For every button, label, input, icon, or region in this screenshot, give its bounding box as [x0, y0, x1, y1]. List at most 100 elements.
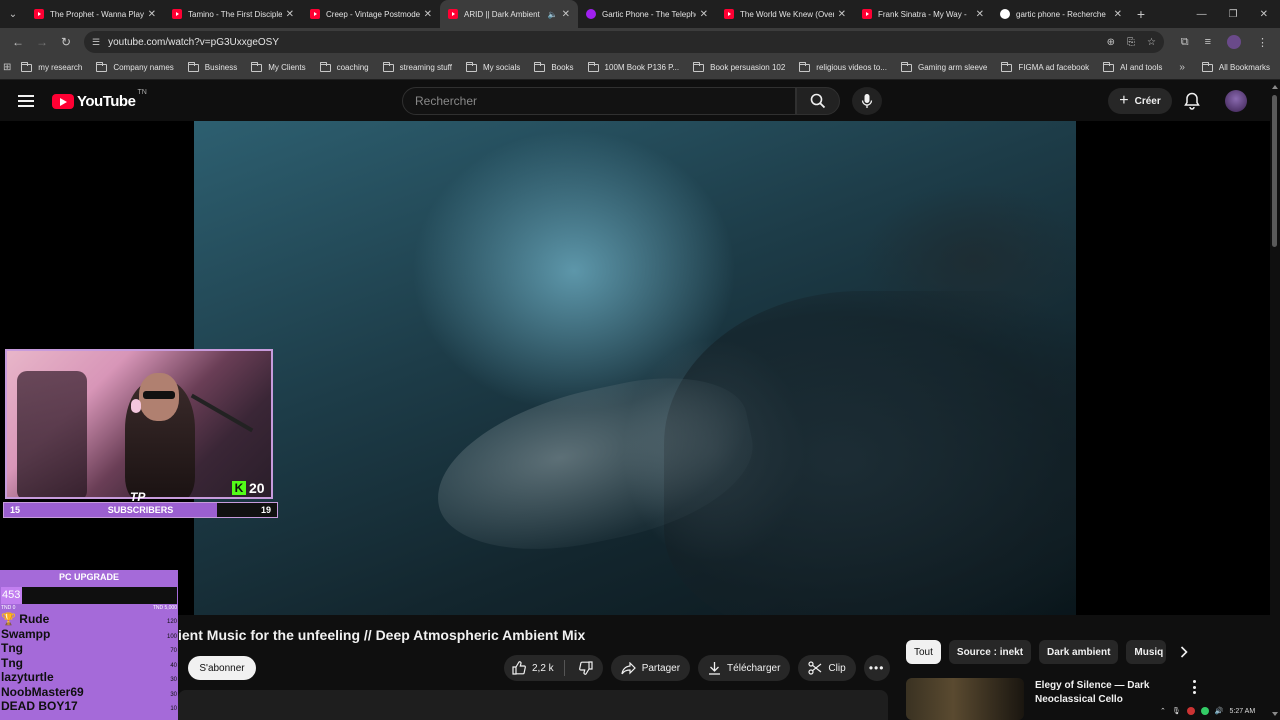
browser-tab[interactable]: The Prophet - Wanna Play ✕ — [26, 0, 164, 28]
chip-dark-ambient[interactable]: Dark ambient — [1039, 640, 1119, 664]
close-icon[interactable]: ✕ — [286, 9, 294, 20]
browser-tab[interactable]: gartic phone - Recherche ✕ — [992, 0, 1130, 28]
bookmark-folder[interactable]: AI and tools — [1096, 61, 1169, 72]
browser-tab[interactable]: Gartic Phone - The Telephone ✕ — [578, 0, 716, 28]
chip-all[interactable]: Tout — [906, 640, 941, 664]
bookmark-folder[interactable]: Company names — [89, 61, 180, 72]
bookmark-star-icon[interactable]: ☆ — [1147, 37, 1156, 48]
more-actions-button[interactable]: ••• — [863, 655, 890, 681]
create-button[interactable]: + Créer — [1108, 88, 1172, 114]
bookmark-folder[interactable]: coaching — [313, 61, 376, 72]
donor-amount: 120 — [166, 619, 177, 625]
download-button[interactable]: Télécharger — [698, 655, 791, 681]
scrollbar-thumb[interactable] — [1272, 95, 1277, 247]
address-bar[interactable]: ☰ youtube.com/watch?v=pG3UxxgeOSY ⊕ ⎘ ☆ — [84, 31, 1164, 53]
bookmark-label: Book persuasion 102 — [710, 63, 786, 72]
close-icon[interactable]: ✕ — [148, 9, 156, 20]
folder-icon — [1201, 61, 1213, 72]
close-icon[interactable]: ✕ — [838, 9, 846, 20]
tray-app-icon[interactable] — [1200, 707, 1209, 715]
close-icon[interactable]: ✕ — [562, 9, 570, 20]
chevron-right-icon[interactable] — [1176, 644, 1192, 660]
bookmark-folder[interactable]: 100M Book P136 P... — [581, 61, 687, 72]
share-button[interactable]: Partager — [610, 655, 691, 681]
browser-toolbar: ← → ↻ ☰ youtube.com/watch?v=pG3UxxgeOSY … — [0, 28, 1280, 56]
browser-tab-active[interactable]: ARID || Dark Ambient 🔈 ✕ — [440, 0, 578, 28]
tray-chevron-icon[interactable]: ⌃ — [1160, 707, 1166, 715]
extensions-icon[interactable]: ⧉ — [1181, 36, 1189, 49]
zoom-icon[interactable]: ⊕ — [1107, 37, 1115, 48]
bookmark-folder[interactable]: My socials — [459, 61, 527, 72]
close-icon[interactable]: ✕ — [1114, 9, 1122, 20]
subscribe-button[interactable]: S'abonner — [188, 656, 256, 680]
apps-grid-icon[interactable]: ⊞ — [0, 62, 14, 73]
tab-search-chevron-icon[interactable]: ⌄ — [0, 0, 26, 28]
chip-source[interactable]: Source : inekt — [948, 640, 1032, 664]
dislike-button[interactable] — [571, 661, 603, 675]
bookmark-folder[interactable]: religious videos to... — [792, 61, 894, 72]
like-button[interactable]: 2,2 k — [504, 660, 565, 676]
clip-button[interactable]: Clip — [798, 655, 856, 681]
media-control-icon[interactable]: ≡ — [1205, 36, 1211, 48]
url-text[interactable]: youtube.com/watch?v=pG3UxxgeOSY — [108, 37, 1107, 48]
browser-menu-icon[interactable]: ⋮ — [1257, 36, 1268, 49]
country-code: TN — [137, 88, 147, 96]
recommendation-thumbnail[interactable] — [906, 678, 1024, 720]
search-button[interactable] — [796, 87, 840, 115]
tab-title: ARID || Dark Ambient — [464, 9, 540, 19]
install-app-icon[interactable]: ⎘ — [1127, 37, 1135, 48]
video-actions: 2,2 k Partager Télécharger Clip ••• — [504, 655, 890, 681]
bookmarks-overflow-chevron-icon[interactable]: » — [1169, 62, 1195, 73]
bookmark-folder[interactable]: FIGMA ad facebook — [994, 61, 1096, 72]
donor-row: NoobMaster69 30 — [0, 685, 178, 700]
youtube-logo[interactable]: YouTube TN — [52, 89, 147, 110]
browser-tab[interactable]: The World We Knew (Over ✕ — [716, 0, 854, 28]
download-icon — [709, 662, 721, 675]
bookmark-folder[interactable]: streaming stuff — [376, 61, 459, 72]
all-bookmarks-folder[interactable]: All Bookmarks — [1195, 61, 1280, 72]
browser-tab[interactable]: Tamino - The First Disciple ✕ — [164, 0, 302, 28]
reload-icon[interactable]: ↻ — [54, 35, 78, 49]
folder-icon — [21, 61, 33, 72]
account-avatar[interactable] — [1225, 90, 1247, 112]
description-box[interactable] — [178, 690, 888, 720]
forward-arrow-icon[interactable]: → — [30, 35, 54, 49]
tray-mic-icon[interactable]: 🎙 — [1172, 707, 1181, 715]
scroll-up-arrow-icon[interactable] — [1272, 85, 1278, 89]
search-input[interactable]: Rechercher — [402, 87, 796, 115]
bookmark-folder[interactable]: Business — [181, 61, 244, 72]
bookmark-folder[interactable]: my research — [14, 61, 89, 72]
chip-music[interactable]: Musiq — [1126, 640, 1167, 664]
restore-icon[interactable]: ❐ — [1229, 9, 1238, 20]
recommendation-menu-icon[interactable] — [1190, 680, 1198, 694]
back-arrow-icon[interactable]: ← — [6, 35, 30, 49]
new-tab-plus-icon[interactable]: + — [1130, 6, 1152, 22]
bookmark-folder[interactable]: Books — [527, 61, 580, 72]
minimize-icon[interactable]: — — [1197, 9, 1207, 20]
close-window-icon[interactable]: ✕ — [1260, 9, 1268, 20]
bookmark-folder[interactable]: My Clients — [244, 61, 312, 72]
voice-search-button[interactable] — [852, 87, 882, 115]
close-icon[interactable]: ✕ — [976, 9, 984, 20]
bookmark-folder[interactable]: Book persuasion 102 — [686, 61, 792, 72]
browser-tab[interactable]: Creep - Vintage Postmodern ✕ — [302, 0, 440, 28]
recommendation-title[interactable]: Elegy of Silence — Dark Neoclassical Cel… — [1035, 679, 1175, 707]
hamburger-menu-icon[interactable] — [18, 95, 34, 107]
close-icon[interactable]: ✕ — [424, 9, 432, 20]
close-icon[interactable]: ✕ — [700, 9, 708, 20]
bookmark-folder[interactable]: Gaming arm sleeve — [894, 61, 994, 72]
profile-avatar-icon[interactable] — [1227, 35, 1241, 49]
page-scrollbar[interactable] — [1270, 81, 1280, 720]
speaker-icon[interactable]: 🔈 — [548, 10, 558, 19]
video-frame[interactable] — [194, 121, 1076, 615]
tray-app-icon[interactable] — [1186, 707, 1195, 715]
notifications-bell-icon[interactable] — [1184, 92, 1200, 115]
bookmark-label: religious videos to... — [816, 63, 887, 72]
tray-volume-icon[interactable]: 🔊 — [1215, 707, 1224, 715]
donor-amount: 30 — [170, 691, 177, 698]
site-info-icon[interactable]: ☰ — [92, 37, 100, 48]
browser-tab-strip: ⌄ The Prophet - Wanna Play ✕ Tamino - Th… — [0, 0, 1280, 28]
kick-logo-icon: K — [232, 481, 246, 495]
browser-tab[interactable]: Frank Sinatra - My Way - ✕ — [854, 0, 992, 28]
subscriber-goal-labels: 15 SUBSCRIBERS 19 — [4, 505, 277, 515]
